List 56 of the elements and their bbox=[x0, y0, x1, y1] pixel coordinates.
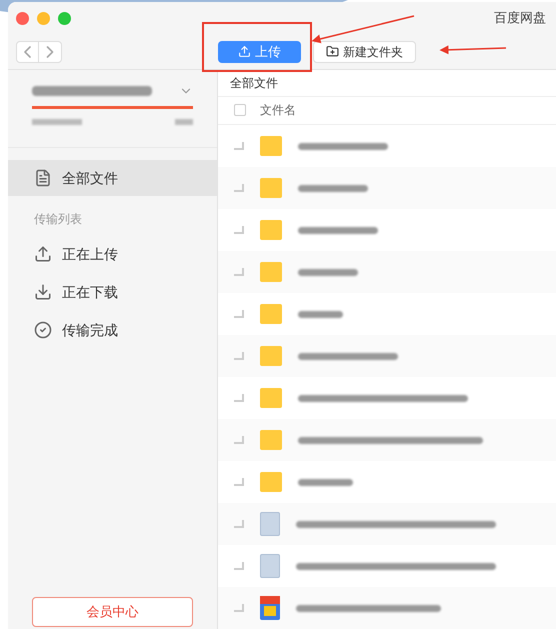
select-all-checkbox[interactable] bbox=[234, 104, 246, 116]
minimize-button[interactable] bbox=[37, 12, 50, 24]
folder-icon bbox=[260, 388, 282, 408]
row-checkbox[interactable] bbox=[234, 604, 244, 612]
folder-plus-icon bbox=[326, 45, 339, 58]
folder-icon bbox=[260, 178, 282, 198]
document-icon bbox=[34, 169, 52, 187]
row-checkbox[interactable] bbox=[234, 268, 244, 276]
folder-icon bbox=[260, 220, 282, 240]
blurred-file-name bbox=[298, 478, 353, 486]
member-center-button[interactable]: 会员中心 bbox=[32, 597, 193, 627]
folder-icon bbox=[260, 304, 282, 324]
row-checkbox[interactable] bbox=[234, 562, 244, 570]
folder-icon bbox=[260, 262, 282, 282]
row-checkbox[interactable] bbox=[234, 184, 244, 192]
breadcrumb: 全部文件 bbox=[230, 74, 278, 92]
row-checkbox[interactable] bbox=[234, 436, 244, 444]
row-checkbox[interactable] bbox=[234, 310, 244, 318]
close-button[interactable] bbox=[16, 12, 29, 24]
window-title: 百度网盘 bbox=[494, 9, 547, 28]
blurred-storage-text bbox=[32, 119, 82, 125]
download-icon bbox=[34, 283, 52, 301]
upload-icon bbox=[238, 45, 251, 58]
file-row[interactable] bbox=[218, 167, 556, 209]
upload-icon bbox=[34, 245, 52, 263]
document-icon bbox=[260, 554, 280, 578]
sidebar-item[interactable]: 正在下载 bbox=[8, 274, 217, 310]
sidebar-item[interactable]: 正在上传 bbox=[8, 236, 217, 272]
file-row[interactable] bbox=[218, 587, 556, 629]
blurred-file-name bbox=[298, 310, 343, 318]
folder-icon bbox=[260, 472, 282, 492]
document-icon bbox=[260, 512, 280, 536]
file-row[interactable] bbox=[218, 251, 556, 293]
row-checkbox[interactable] bbox=[234, 478, 244, 486]
maximize-button[interactable] bbox=[58, 12, 71, 24]
blurred-storage-text bbox=[175, 119, 193, 125]
row-checkbox[interactable] bbox=[234, 394, 244, 402]
row-checkbox[interactable] bbox=[234, 352, 244, 360]
folder-icon bbox=[260, 430, 282, 450]
folder-icon bbox=[260, 136, 282, 156]
section-title: 传输列表 bbox=[33, 211, 83, 228]
blurred-file-name bbox=[298, 268, 358, 276]
new-folder-button[interactable]: 新建文件夹 bbox=[313, 40, 416, 62]
row-checkbox[interactable] bbox=[234, 520, 244, 528]
folder-icon bbox=[260, 346, 282, 366]
file-row[interactable] bbox=[218, 419, 556, 461]
blurred-file-name bbox=[298, 184, 368, 192]
sidebar-item[interactable]: 传输完成 bbox=[8, 312, 217, 348]
image-file-icon bbox=[260, 596, 280, 620]
file-row[interactable] bbox=[218, 335, 556, 377]
sidebar-item[interactable]: 全部文件 bbox=[8, 160, 217, 196]
file-row[interactable] bbox=[218, 503, 556, 545]
row-checkbox[interactable] bbox=[234, 226, 244, 234]
row-checkbox[interactable] bbox=[234, 142, 244, 150]
check-circle-icon bbox=[34, 321, 52, 339]
column-header[interactable]: 文件名 bbox=[260, 101, 296, 120]
